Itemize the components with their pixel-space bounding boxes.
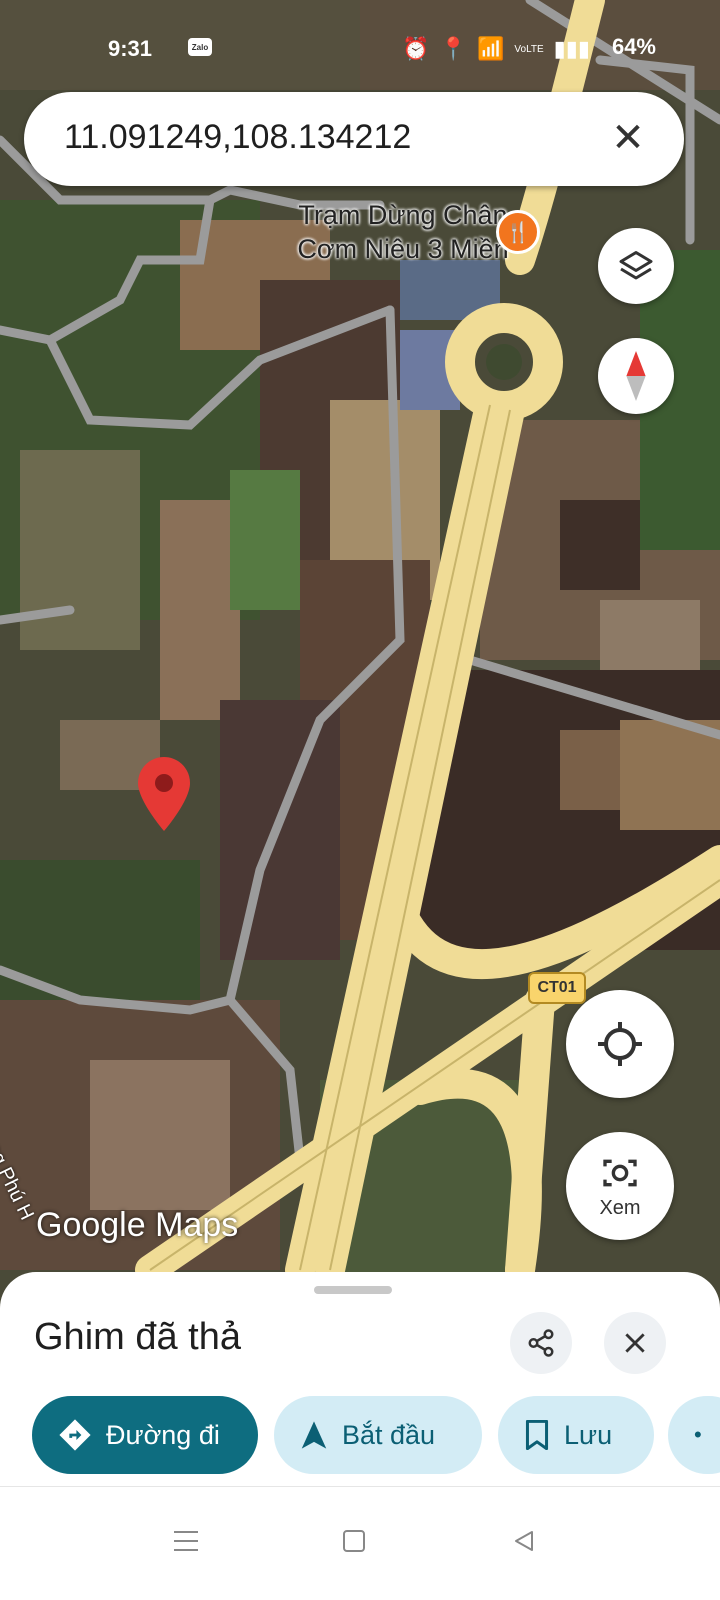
bookmark-icon: [525, 1420, 549, 1450]
layers-icon: [619, 251, 653, 280]
start-label: Bắt đầu: [342, 1419, 436, 1450]
camera-lens-icon: [603, 1159, 637, 1186]
share-icon: [528, 1329, 554, 1357]
home-nav-button[interactable]: [334, 1521, 374, 1561]
status-time: 9:31: [108, 36, 153, 61]
search-bar[interactable]: 11.091249,108.134212 ✕: [24, 92, 684, 186]
location-icon: 📍: [439, 36, 467, 61]
drag-handle[interactable]: [314, 1286, 392, 1294]
compass-icon: [626, 351, 646, 401]
battery-level: 64%: [611, 34, 656, 59]
my-location-icon: [598, 1022, 642, 1066]
start-button[interactable]: Bắt đầu: [274, 1396, 482, 1474]
close-sheet-button[interactable]: [604, 1312, 666, 1374]
back-triangle-icon: [515, 1531, 533, 1551]
directions-button[interactable]: Đường đi: [32, 1396, 258, 1474]
close-icon[interactable]: ✕: [602, 112, 654, 164]
directions-label: Đường đi: [106, 1419, 220, 1450]
my-location-button[interactable]: [566, 990, 674, 1098]
restaurant-icon[interactable]: 🍴: [496, 210, 540, 254]
menu-icon: [174, 1531, 198, 1551]
menu-nav-button[interactable]: [166, 1521, 206, 1561]
save-label: Lưu: [564, 1419, 613, 1450]
status-bar: 9:31 Zalo ⏰ 📍 📶 VoLTE ▮▮▮ 64%: [0, 30, 720, 66]
save-button[interactable]: Lưu: [498, 1396, 654, 1474]
navigation-arrow-icon: [301, 1421, 327, 1449]
dropped-pin-icon[interactable]: [138, 757, 190, 831]
share-button[interactable]: [510, 1312, 572, 1374]
more-actions-button[interactable]: •: [668, 1396, 720, 1474]
more-icon: •: [694, 1422, 702, 1447]
directions-icon: [59, 1419, 91, 1451]
status-icons: ⏰ 📍 📶 VoLTE ▮▮▮: [402, 36, 590, 62]
google-maps-wordmark: Google Maps: [36, 1206, 239, 1244]
system-navigation-bar: [0, 1486, 720, 1600]
home-square-icon: [343, 1530, 365, 1552]
road-shield: CT01: [528, 972, 586, 1004]
volte-icon: VoLTE: [514, 43, 544, 55]
wifi-icon: 📶: [476, 36, 505, 61]
sheet-title: Ghim đã thả: [34, 1316, 241, 1358]
close-icon: [625, 1333, 645, 1353]
alarm-icon: ⏰: [402, 36, 430, 61]
back-nav-button[interactable]: [504, 1521, 544, 1561]
signal-icon: ▮▮▮: [553, 36, 590, 61]
compass-button[interactable]: [598, 338, 674, 414]
layers-button[interactable]: [598, 228, 674, 304]
lens-button[interactable]: Xem: [566, 1132, 674, 1240]
search-query[interactable]: 11.091249,108.134212: [64, 118, 411, 157]
zalo-notification-icon: Zalo: [188, 38, 212, 56]
lens-label: Xem: [599, 1196, 641, 1219]
